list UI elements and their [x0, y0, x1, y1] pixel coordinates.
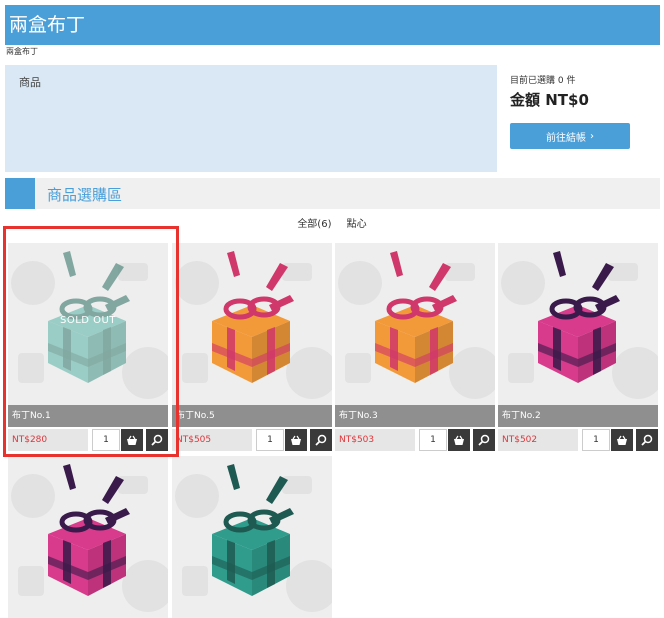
product-card[interactable]: 布丁No.2 NT$502 1: [498, 243, 658, 451]
product-card[interactable]: 布丁No.3 NT$503 1: [335, 243, 495, 451]
filter-all[interactable]: 全部(6): [297, 219, 331, 230]
gift-box-icon: [11, 464, 168, 612]
gift-box-icon: [338, 251, 495, 399]
buy-row: NT$505 1: [172, 427, 332, 451]
basket-icon: [617, 435, 627, 445]
gift-box-icon: [175, 251, 332, 399]
product-image[interactable]: [172, 243, 332, 405]
add-to-cart-button[interactable]: [448, 429, 470, 451]
product-card[interactable]: [8, 456, 168, 618]
add-to-cart-button[interactable]: [285, 429, 307, 451]
section-accent-block: [5, 178, 35, 209]
checkout-button[interactable]: 前往結帳 ›: [510, 123, 630, 149]
shop-header: 兩盒布丁: [5, 5, 660, 45]
quantity-input[interactable]: 1: [582, 429, 610, 451]
basket-icon: [454, 435, 464, 445]
product-name: 布丁No.5: [172, 405, 332, 427]
section-header: 商品選購區: [5, 178, 660, 209]
zoom-button[interactable]: [310, 429, 332, 451]
shop-title: 兩盒布丁: [9, 14, 86, 36]
cart-count-value: 0: [557, 76, 564, 86]
product-image[interactable]: [498, 243, 658, 405]
selection-highlight: [3, 226, 179, 457]
cart-total-label: 金額: [510, 91, 541, 109]
magnifier-icon: [478, 434, 490, 446]
product-image[interactable]: [335, 243, 495, 405]
chevron-right-icon: ›: [590, 130, 594, 142]
cart-total-value: NT$0: [545, 91, 589, 109]
buy-row: NT$502 1: [498, 427, 658, 451]
product-price: NT$505: [172, 429, 252, 451]
shop-subtitle: 兩盒布丁: [6, 47, 38, 56]
product-card[interactable]: [172, 456, 332, 618]
quantity-input[interactable]: 1: [256, 429, 284, 451]
filter-dessert[interactable]: 點心: [347, 219, 367, 230]
magnifier-icon: [315, 434, 327, 446]
cart-total: 金額 NT$0: [510, 89, 589, 110]
add-to-cart-button[interactable]: [611, 429, 633, 451]
quantity-input[interactable]: 1: [419, 429, 447, 451]
category-panel: 商品: [5, 65, 497, 172]
cart-count-unit: 件: [566, 76, 576, 86]
checkout-label: 前往結帳: [546, 132, 586, 144]
zoom-button[interactable]: [473, 429, 495, 451]
magnifier-icon: [641, 434, 653, 446]
product-price: NT$502: [498, 429, 578, 451]
section-title: 商品選購區: [47, 186, 123, 204]
product-image[interactable]: [8, 456, 168, 618]
gift-box-icon: [175, 464, 332, 612]
gift-box-icon: [501, 251, 658, 399]
buy-row: NT$503 1: [335, 427, 495, 451]
product-card[interactable]: 布丁No.5 NT$505 1: [172, 243, 332, 451]
product-name: 布丁No.2: [498, 405, 658, 427]
zoom-button[interactable]: [636, 429, 658, 451]
category-label[interactable]: 商品: [19, 74, 41, 90]
product-name: 布丁No.3: [335, 405, 495, 427]
cart-count: 目前已選購 0 件: [510, 73, 576, 86]
cart-count-label: 目前已選購: [510, 76, 556, 86]
product-price: NT$503: [335, 429, 415, 451]
product-image[interactable]: [172, 456, 332, 618]
basket-icon: [291, 435, 301, 445]
